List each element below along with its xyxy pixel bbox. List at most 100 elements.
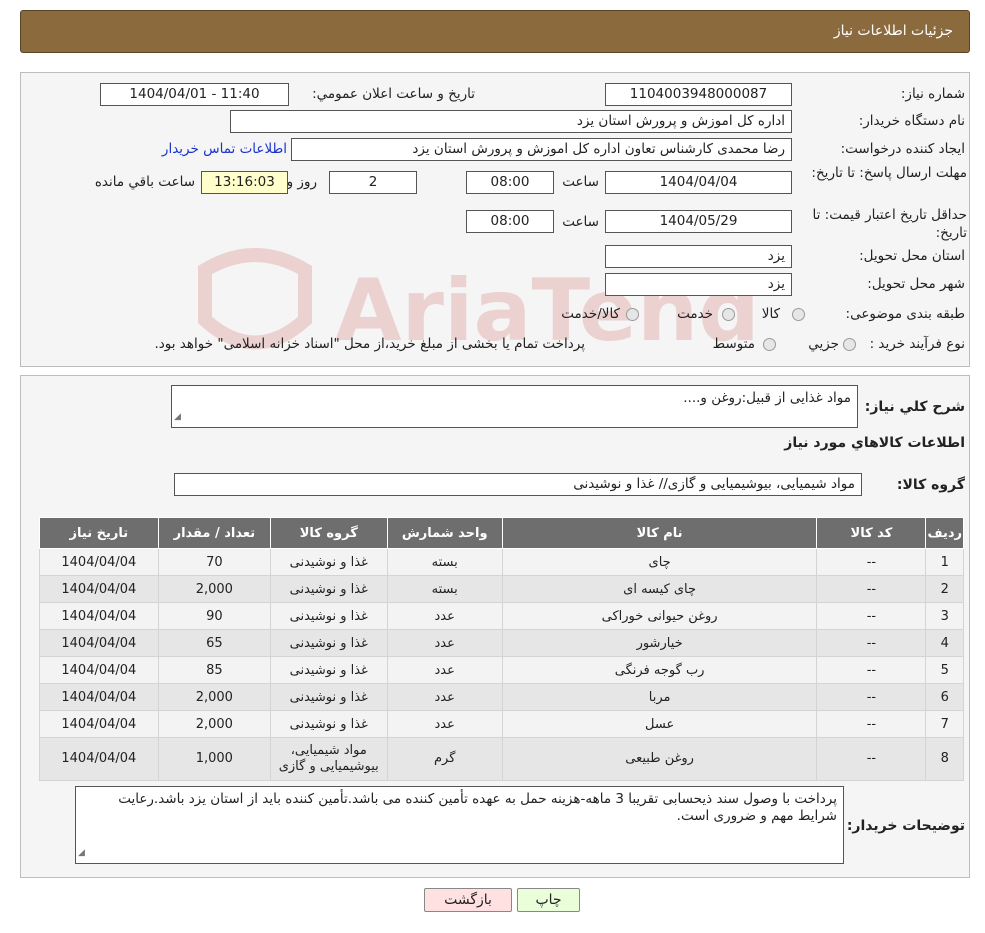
requester-label: ايجاد کننده درخواست: (840, 141, 965, 157)
deadline-date-field: 1404/04/04 (605, 171, 792, 194)
row-number-cell: 1 (925, 548, 964, 576)
category-service-radio[interactable] (722, 308, 735, 321)
item-name-cell: عسل (501, 710, 818, 738)
goods-table-body: 1 -- چای بسته غذا و نوشیدنی 70 1404/04/04 2 -- چا… (39, 548, 964, 781)
group-cell: غذا و نوشیدنی (270, 656, 388, 684)
row-number-cell: 3 (925, 602, 964, 630)
summary-text: مواد غذایی از قبیل:روغن و.... (683, 390, 851, 406)
group-cell: غذا و نوشیدنی (270, 629, 388, 657)
table-header-row: رديف کد کالا نام کالا واحد شمارش گروه کا… (39, 517, 964, 549)
province-label: استان محل تحويل: (859, 248, 965, 264)
print-button[interactable]: چاپ (517, 888, 580, 912)
group-cell: غذا و نوشیدنی (270, 548, 388, 576)
row-number-cell: 8 (925, 737, 964, 781)
need-date-cell: 1404/04/04 (39, 737, 159, 781)
back-button[interactable]: بازگشت (424, 888, 512, 912)
process-medium-radio[interactable] (763, 338, 776, 351)
city-field: یزد (605, 273, 792, 296)
process-minor-radio[interactable] (843, 338, 856, 351)
resize-grip-icon[interactable]: ◢ (78, 845, 85, 862)
category-goods-label: کالا (761, 306, 780, 322)
need-date-cell: 1404/04/04 (39, 710, 159, 738)
goods-group-label: گروه کالا: (896, 477, 965, 493)
unit-cell: عدد (386, 629, 503, 657)
category-goods-radio[interactable] (792, 308, 805, 321)
item-code-cell: -- (816, 737, 927, 781)
item-name-cell: روغن حیوانی خوراکی (501, 602, 818, 630)
unit-cell: عدد (386, 602, 503, 630)
quantity-cell: 2,000 (157, 575, 272, 603)
col-name-header: نام کالا (501, 517, 818, 549)
col-code-header: کد کالا (816, 517, 927, 549)
row-number-cell: 2 (925, 575, 964, 603)
buyer-notes-textarea[interactable]: پرداخت با وصول سند ذیحسابی تقریبا 3 ماهه… (75, 786, 844, 864)
validity-time-field: 08:00 (466, 210, 554, 233)
resize-grip-icon[interactable]: ◢ (174, 409, 181, 426)
buyer-org-label: نام دستگاه خريدار: (858, 113, 965, 129)
col-unit-header: واحد شمارش (386, 517, 503, 549)
item-name-cell: چای کیسه ای (501, 575, 818, 603)
need-number-label: شماره نیاز: (900, 86, 965, 102)
group-cell: مواد شیمیایی، بیوشیمیایی و گازی (270, 737, 388, 781)
buyer-contact-link[interactable]: اطلاعات تماس خريدار (162, 141, 287, 157)
unit-cell: بسته (386, 575, 503, 603)
item-name-cell: خیارشور (501, 629, 818, 657)
need-date-cell: 1404/04/04 (39, 602, 159, 630)
category-label: طبقه بندی موضوعی: (845, 306, 965, 322)
group-cell: غذا و نوشیدنی (270, 683, 388, 711)
table-row: 7 -- عسل عدد غذا و نوشیدنی 2,000 1404/04/04 (39, 710, 964, 738)
city-label: شهر محل تحويل: (867, 276, 965, 292)
quantity-cell: 2,000 (157, 683, 272, 711)
item-code-cell: -- (816, 629, 927, 657)
quantity-cell: 85 (157, 656, 272, 684)
group-cell: غذا و نوشیدنی (270, 710, 388, 738)
days-label: روز و (286, 174, 317, 190)
item-code-cell: -- (816, 575, 927, 603)
group-cell: غذا و نوشیدنی (270, 575, 388, 603)
category-goods-service-label: کالا/خدمت (561, 306, 620, 322)
quantity-cell: 90 (157, 602, 272, 630)
table-row: 4 -- خیارشور عدد غذا و نوشیدنی 65 1404/04/04 (39, 629, 964, 657)
process-minor-label: جزيي (808, 336, 839, 352)
row-number-cell: 6 (925, 683, 964, 711)
row-number-cell: 5 (925, 656, 964, 684)
deadline-time-label: ساعت (562, 174, 599, 190)
goods-section-title: اطلاعات کالاهاي مورد نياز (784, 435, 965, 451)
summary-textarea[interactable]: مواد غذایی از قبیل:روغن و.... ◢ (171, 385, 858, 428)
group-cell: غذا و نوشیدنی (270, 602, 388, 630)
validity-label: حداقل تاريخ اعتبار قيمت: تا تاريخ: (812, 207, 967, 241)
table-row: 3 -- روغن حیوانی خوراکی عدد غذا و نوشیدنی 90 1… (39, 602, 964, 630)
item-name-cell: چای (501, 548, 818, 576)
col-qty-header: تعداد / مقدار (157, 517, 272, 549)
goods-group-field: مواد شیمیایی، بیوشیمیایی و گازی// غذا و … (174, 473, 862, 496)
item-code-cell: -- (816, 710, 927, 738)
quantity-cell: 2,000 (157, 710, 272, 738)
province-field: یزد (605, 245, 792, 268)
process-medium-label: متوسط (712, 336, 755, 352)
announce-datetime-field: 1404/04/01 - 11:40 (100, 83, 289, 106)
col-group-header: گروه کالا (270, 517, 388, 549)
table-row: 2 -- چای کیسه ای بسته غذا و نوشیدنی 2,000 1404… (39, 575, 964, 603)
row-number-cell: 4 (925, 629, 964, 657)
table-row: 5 -- رب گوجه فرنگی عدد غذا و نوشیدنی 85 1404/0… (39, 656, 964, 684)
category-goods-service-radio[interactable] (626, 308, 639, 321)
need-number-field: 1104003948000087 (605, 83, 792, 106)
quantity-cell: 65 (157, 629, 272, 657)
remaining-time-label: ساعت باقي مانده (94, 174, 195, 190)
buyer-notes-text: پرداخت با وصول سند ذیحسابی تقریبا 3 ماهه… (118, 791, 837, 824)
buyer-org-field: اداره کل اموزش و پرورش استان یزد (230, 110, 792, 133)
item-name-cell: مربا (501, 683, 818, 711)
need-date-cell: 1404/04/04 (39, 575, 159, 603)
item-code-cell: -- (816, 602, 927, 630)
need-date-cell: 1404/04/04 (39, 683, 159, 711)
unit-cell: عدد (386, 710, 503, 738)
days-remaining-field: 2 (329, 171, 417, 194)
item-name-cell: روغن طبیعی (501, 737, 818, 781)
validity-time-label: ساعت (562, 214, 599, 230)
deadline-label: مهلت ارسال پاسخ: تا تاريخ: (811, 165, 967, 181)
need-date-cell: 1404/04/04 (39, 629, 159, 657)
col-date-header: تاريخ نياز (39, 517, 159, 549)
remaining-time-field: 13:16:03 (201, 171, 288, 194)
goods-table: رديف کد کالا نام کالا واحد شمارش گروه کا… (39, 517, 964, 781)
col-row-header: رديف (925, 517, 964, 549)
